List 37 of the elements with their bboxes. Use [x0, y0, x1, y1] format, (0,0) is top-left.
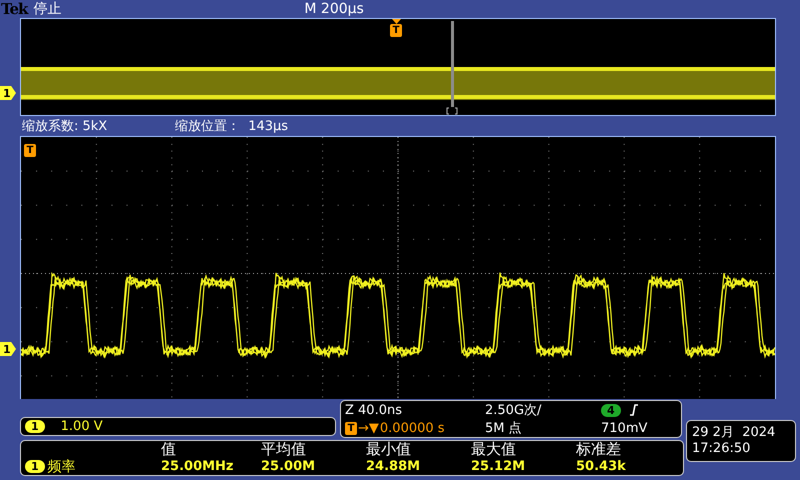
channel-badge: 1 — [25, 420, 45, 433]
trigger-marker: T — [345, 422, 357, 434]
measurement-name: 频率 — [48, 458, 76, 476]
column-header: 最大值 — [471, 440, 517, 459]
measurement-value: 50.43k — [576, 459, 627, 474]
sample-rate: 2.50G次/ — [485, 402, 542, 419]
time-label: 17:26:50 — [692, 441, 752, 456]
vertical-scale: 1.00 V — [60, 419, 103, 434]
trigger-level: 710mV — [600, 420, 648, 436]
channel-scale-panel[interactable]: 1 1.00 V — [20, 417, 336, 436]
trigger-source-badge: 4 — [601, 404, 621, 416]
zoom-position-line[interactable] — [451, 21, 454, 107]
column-header: 标准差 — [576, 440, 622, 459]
trigger-arrow: →▼ — [358, 420, 379, 436]
run-status: 停止 — [33, 0, 62, 18]
measurement-value: 25.00MHz — [161, 459, 235, 474]
brand-logo: Tek — [1, 0, 28, 18]
trigger-position: 0.00000 s — [380, 420, 445, 436]
channel-badge: 1 — [25, 460, 45, 473]
date-label: 29 2月 2024 — [692, 424, 776, 441]
channel-marker[interactable]: 1 — [0, 342, 16, 356]
measurement-value: 24.88M — [366, 459, 422, 474]
zoom-factor: 缩放系数: 5kX — [22, 118, 108, 135]
zoom-position-label: 缩放位置： — [175, 118, 240, 135]
measurement-value: 25.12M — [471, 459, 526, 474]
bracket-icon — [446, 108, 458, 114]
zoom-position-value: 143µs — [248, 118, 288, 134]
timebase-label: M 200µs — [304, 1, 364, 17]
column-header: 最小值 — [366, 440, 412, 459]
column-header: 平均值 — [261, 440, 307, 459]
record-length: 5M 点 — [485, 420, 523, 437]
column-header: 值 — [161, 440, 177, 459]
zoom-scale: Z 40.0ns — [345, 402, 403, 418]
measurement-value: 25.00M — [261, 459, 316, 474]
trigger-marker[interactable]: T — [24, 144, 36, 157]
channel-marker[interactable]: 1 — [0, 86, 16, 100]
rising-edge-icon — [628, 404, 639, 416]
